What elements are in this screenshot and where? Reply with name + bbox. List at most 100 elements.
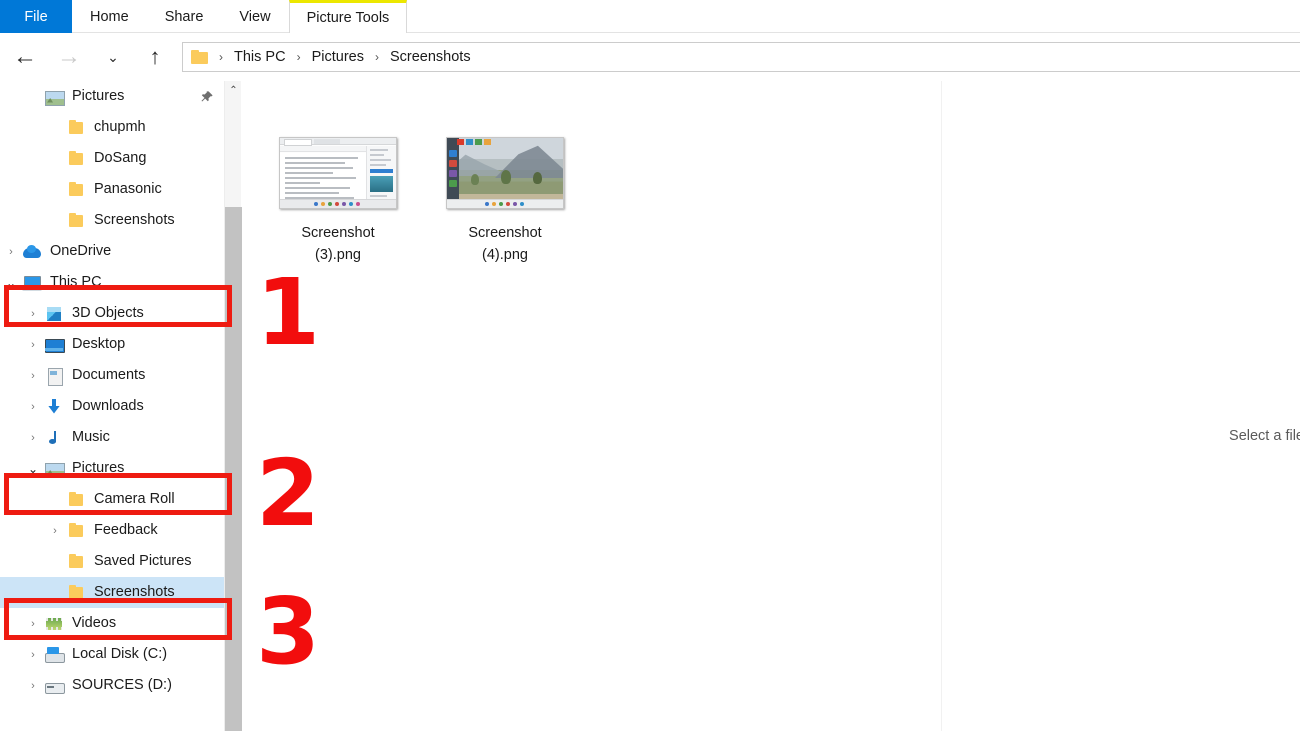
sidebar-item-saved-pictures[interactable]: Saved Pictures bbox=[0, 546, 232, 577]
sidebar-item-feedback[interactable]: › Feedback bbox=[0, 515, 232, 546]
sidebar-item-screenshots[interactable]: Screenshots bbox=[0, 205, 232, 236]
videos-icon bbox=[44, 615, 64, 633]
pictures-icon bbox=[44, 460, 65, 478]
sidebar-item-screenshots[interactable]: Screenshots bbox=[0, 577, 232, 608]
tab-picture-tools[interactable]: Picture Tools bbox=[288, 0, 408, 33]
sidebar-item-label: Pictures bbox=[72, 88, 125, 105]
tab-picture-tools-label: Picture Tools bbox=[306, 10, 390, 26]
breadcrumb-separator: › bbox=[374, 50, 379, 64]
sidebar-item-pictures[interactable]: ⌄ Pictures bbox=[0, 453, 232, 484]
sidebar-item-videos[interactable]: › Videos bbox=[0, 608, 232, 639]
sidebar-item-label: 3D Objects bbox=[72, 305, 144, 322]
breadcrumb-item-this-pc[interactable]: This PC bbox=[232, 49, 288, 65]
chevron-right-icon[interactable]: › bbox=[44, 515, 66, 546]
sidebar-item-dosang[interactable]: DoSang bbox=[0, 143, 232, 174]
file-name-line-1: Screenshot bbox=[301, 225, 375, 241]
sidebar-item-label: OneDrive bbox=[50, 243, 112, 260]
breadcrumb-item-screenshots[interactable]: Screenshots bbox=[388, 49, 473, 65]
explorer-body: Pictures chupmh DoSang Panasonic Screenshots… bbox=[0, 81, 1300, 731]
navigation-pane[interactable]: Pictures chupmh DoSang Panasonic Screenshots… bbox=[0, 81, 232, 731]
thumbnail bbox=[432, 123, 578, 209]
sidebar-item-local-disk-c[interactable]: › Local Disk (C:) bbox=[0, 639, 232, 670]
sidebar-item-downloads[interactable]: › Downloads bbox=[0, 391, 232, 422]
sidebar-item-label: Feedback bbox=[94, 522, 158, 539]
sidebar-item-chupmh[interactable]: chupmh bbox=[0, 112, 232, 143]
chevron-right-icon[interactable]: › bbox=[22, 391, 44, 422]
navigation-pane-scrollbar[interactable]: ⌃ bbox=[224, 81, 242, 731]
sidebar-item-label: Screenshots bbox=[94, 584, 175, 601]
sidebar-item-camera-roll[interactable]: Camera Roll bbox=[0, 484, 232, 515]
details-pane: Select a file bbox=[942, 81, 1300, 731]
downloads-icon bbox=[44, 398, 64, 416]
list-item[interactable]: Screenshot (3).png bbox=[265, 123, 411, 266]
chevron-down-icon[interactable]: ⌄ bbox=[22, 453, 44, 484]
tab-home[interactable]: Home bbox=[72, 0, 147, 33]
breadcrumb-separator: › bbox=[219, 50, 223, 64]
sidebar-item-label: Desktop bbox=[72, 336, 126, 353]
folder-icon bbox=[66, 150, 86, 168]
sidebar-item-panasonic[interactable]: Panasonic bbox=[0, 174, 232, 205]
chevron-right-icon[interactable]: › bbox=[22, 422, 44, 453]
tab-file-label: File bbox=[24, 8, 48, 25]
sidebar-item-desktop[interactable]: › Desktop bbox=[0, 329, 232, 360]
chevron-spacer bbox=[44, 546, 66, 577]
sidebar-item-label: Camera Roll bbox=[94, 491, 175, 508]
pin-icon[interactable] bbox=[200, 90, 214, 104]
sidebar-item-this-pc[interactable]: ⌄ This PC bbox=[0, 267, 232, 298]
file-explorer-window: File Home Share View Picture Tools ← → ⌄… bbox=[0, 0, 1300, 731]
chevron-down-icon[interactable]: ⌄ bbox=[98, 42, 128, 72]
scroll-up-icon[interactable]: ⌃ bbox=[225, 81, 242, 99]
folder-icon bbox=[66, 181, 86, 199]
sidebar-item-label: Local Disk (C:) bbox=[72, 646, 168, 663]
tab-file[interactable]: File bbox=[0, 0, 72, 33]
breadcrumb-separator: › bbox=[296, 50, 301, 64]
chevron-right-icon[interactable]: › bbox=[0, 236, 22, 267]
folder-icon bbox=[66, 491, 86, 509]
thumbnail bbox=[265, 123, 411, 209]
sidebar-item-onedrive[interactable]: › OneDrive bbox=[0, 236, 232, 267]
tab-share[interactable]: Share bbox=[147, 0, 222, 33]
chevron-right-icon[interactable]: › bbox=[22, 670, 44, 701]
chevron-down-icon[interactable]: ⌄ bbox=[0, 267, 22, 298]
sidebar-item-label: Music bbox=[72, 429, 110, 446]
music-icon bbox=[44, 429, 64, 447]
breadcrumb-item-pictures[interactable]: Pictures bbox=[310, 49, 366, 65]
up-icon[interactable]: ↑ bbox=[140, 42, 170, 72]
chevron-spacer bbox=[44, 205, 66, 236]
folder-icon bbox=[66, 584, 86, 602]
file-name-line-1: Screenshot bbox=[468, 225, 542, 241]
sidebar-item-label: chupmh bbox=[94, 119, 146, 136]
sidebar-item-documents[interactable]: › Documents bbox=[0, 360, 232, 391]
address-bar[interactable]: › This PC › Pictures › Screenshots bbox=[182, 42, 1300, 72]
file-list-pane[interactable]: Screenshot (3).png Screenshot (4).png bbox=[242, 81, 941, 731]
sidebar-item-3d-objects[interactable]: › 3D Objects bbox=[0, 298, 232, 329]
chevron-right-icon[interactable]: › bbox=[22, 298, 44, 329]
chevron-right-icon[interactable]: › bbox=[22, 608, 44, 639]
tab-share-label: Share bbox=[164, 8, 204, 25]
sidebar-item-pictures[interactable]: Pictures bbox=[0, 81, 232, 112]
chevron-spacer bbox=[22, 81, 44, 112]
chevron-spacer bbox=[44, 174, 66, 205]
sidebar-item-label: Documents bbox=[72, 367, 146, 384]
sidebar-item-music[interactable]: › Music bbox=[0, 422, 232, 453]
list-item-label: Screenshot (4).png bbox=[432, 222, 578, 266]
back-icon[interactable]: ← bbox=[10, 42, 40, 72]
chevron-right-icon[interactable]: › bbox=[22, 329, 44, 360]
chevron-right-icon[interactable]: › bbox=[22, 360, 44, 391]
file-name-line-2: (4).png bbox=[482, 247, 528, 263]
desktop-wallpaper-screenshot-icon bbox=[446, 137, 564, 209]
sidebar-item-sources-d[interactable]: › SOURCES (D:) bbox=[0, 670, 232, 701]
ribbon-tab-strip: File Home Share View Picture Tools bbox=[0, 0, 1300, 33]
chevron-right-icon[interactable]: › bbox=[22, 639, 44, 670]
sidebar-item-label: DoSang bbox=[94, 150, 147, 167]
list-item[interactable]: Screenshot (4).png bbox=[432, 123, 578, 266]
chevron-spacer bbox=[44, 112, 66, 143]
ribbon-empty-space bbox=[407, 0, 1300, 32]
forward-icon[interactable]: → bbox=[54, 42, 84, 72]
local-disk-icon bbox=[44, 646, 65, 664]
annotation-number-3: 3 bbox=[256, 578, 320, 685]
browser-document-screenshot-icon bbox=[279, 137, 397, 209]
folder-icon bbox=[66, 212, 86, 230]
tab-view[interactable]: View bbox=[221, 0, 288, 33]
scrollbar-thumb[interactable] bbox=[225, 207, 242, 731]
